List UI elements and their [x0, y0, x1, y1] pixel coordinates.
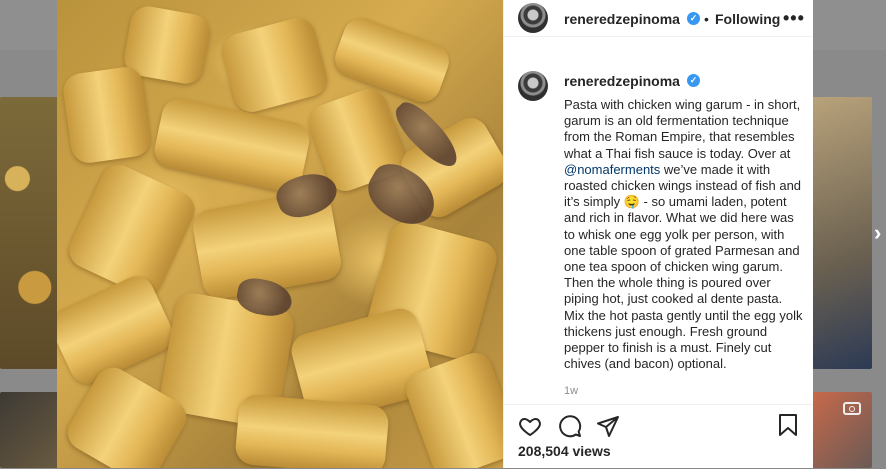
avatar[interactable] — [518, 71, 548, 101]
feed-thumbnail[interactable] — [812, 392, 872, 468]
avatar[interactable] — [518, 3, 548, 33]
next-post-chevron-right-icon[interactable]: › — [874, 220, 881, 246]
post-header: reneredzepinoma ✓ • Following ••• — [504, 0, 813, 37]
caption-username-link[interactable]: reneredzepinoma — [564, 73, 680, 89]
more-options-icon[interactable]: ••• — [783, 8, 805, 29]
view-count[interactable]: 208,504 views — [518, 443, 611, 459]
feed-thumbnail[interactable] — [812, 97, 872, 369]
post-video[interactable] — [57, 0, 503, 468]
separator-dot: • — [704, 11, 709, 27]
mention-link[interactable]: @nomaferments — [564, 162, 660, 177]
feed-thumbnail[interactable] — [0, 97, 58, 369]
bookmark-icon[interactable] — [777, 413, 799, 437]
caption-text: Pasta with chicken wing garum - in short… — [564, 97, 801, 161]
caption-text: we’ve made it with roasted chicken wings… — [564, 161, 803, 372]
feed-thumbnail[interactable] — [0, 392, 58, 468]
post-caption: Pasta with chicken wing garum - in short… — [564, 97, 804, 372]
post-modal: reneredzepinoma ✓ • Following ••• renere… — [57, 0, 813, 468]
verified-badge-icon: ✓ — [687, 12, 700, 25]
camera-icon — [843, 402, 861, 415]
comment-icon[interactable] — [558, 414, 582, 438]
paper-plane-icon[interactable] — [596, 414, 620, 438]
following-button[interactable]: Following — [715, 11, 780, 27]
heart-icon[interactable] — [518, 414, 542, 438]
username-link[interactable]: reneredzepinoma — [564, 11, 680, 27]
verified-badge-icon: ✓ — [687, 74, 700, 87]
post-sidebar: reneredzepinoma ✓ • Following ••• renere… — [503, 0, 813, 468]
action-bar — [504, 404, 813, 469]
post-age[interactable]: 1w — [564, 385, 578, 397]
